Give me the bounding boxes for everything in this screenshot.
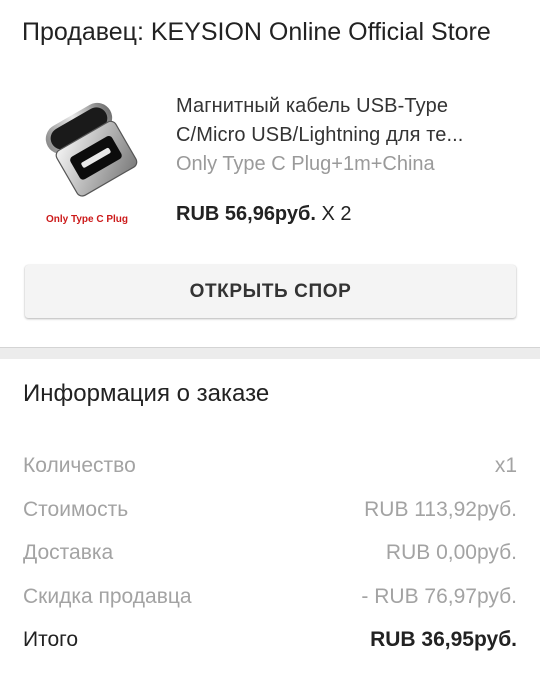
- row-label: Количество: [23, 454, 136, 477]
- total-value: RUB 36,95руб.: [370, 628, 517, 651]
- order-row-quantity: Количество x1: [0, 448, 540, 492]
- product-title-line2: C/Micro USB/Lightning для те...: [176, 124, 464, 146]
- section-divider: [0, 347, 540, 359]
- product-price-line: RUB 56,96руб. X 2: [176, 203, 352, 226]
- order-row-total: Итого RUB 36,95руб.: [0, 622, 540, 666]
- row-value: - RUB 76,97руб.: [361, 584, 517, 608]
- row-label: Стоимость: [23, 497, 129, 521]
- product-quantity: X 2: [321, 203, 352, 225]
- order-info-title: Информация о заказе: [23, 380, 270, 407]
- product-image[interactable]: Only Type C Plug: [28, 92, 146, 226]
- row-value: RUB 113,92руб.: [364, 497, 517, 521]
- total-label: Итого: [23, 628, 79, 651]
- order-row-seller-discount: Скидка продавца - RUB 76,97руб.: [0, 579, 540, 623]
- usb-c-plug-icon: Only Type C Plug: [45, 102, 138, 225]
- product-image-label: Only Type C Plug: [46, 214, 128, 225]
- row-label: Доставка: [23, 541, 114, 564]
- order-row-cost: Стоимость RUB 113,92руб.: [0, 492, 540, 536]
- row-value: RUB 0,00руб.: [385, 541, 517, 564]
- product-price: RUB 56,96руб.: [176, 203, 316, 225]
- product-item[interactable]: Only Type C Plug Магнитный кабель USB-Ty…: [0, 82, 540, 242]
- product-title-line1: Магнитный кабель USB-Type: [176, 95, 449, 117]
- order-row-shipping: Доставка RUB 0,00руб.: [0, 535, 540, 579]
- open-dispute-button[interactable]: ОТКРЫТЬ СПОР: [25, 265, 516, 318]
- seller-name[interactable]: Продавец: KEYSION Online Official Store: [0, 0, 540, 64]
- product-variant: Only Type C Plug+1m+China: [176, 153, 435, 175]
- row-label: Скидка продавца: [23, 584, 192, 608]
- product-title[interactable]: Магнитный кабель USB-Type C/Micro USB/Li…: [176, 92, 521, 150]
- row-value: x1: [494, 454, 517, 477]
- order-info-list: Количество x1 Стоимость RUB 113,92руб. Д…: [0, 448, 540, 666]
